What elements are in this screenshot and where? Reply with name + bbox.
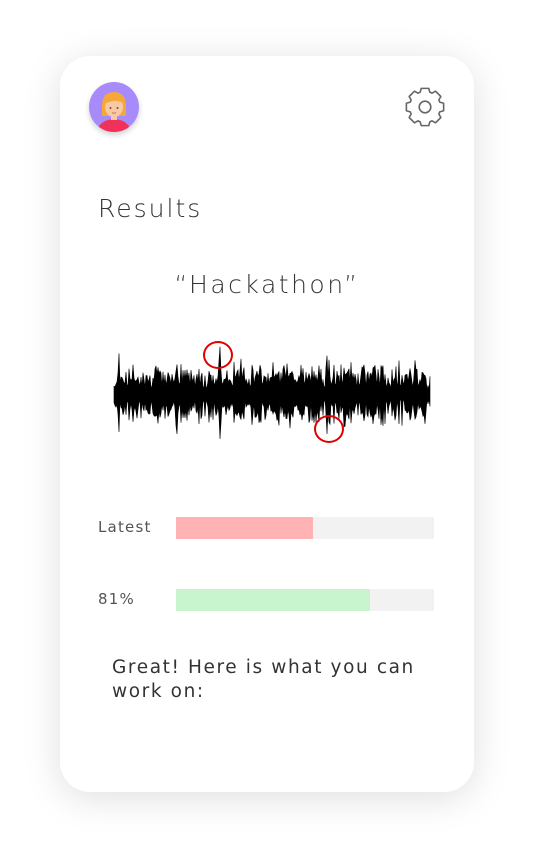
- settings-button[interactable]: [404, 86, 446, 128]
- score-label: 81%: [98, 590, 135, 608]
- page-title: Results: [98, 194, 203, 223]
- feedback-text: Great! Here is what you can work on:: [112, 657, 415, 702]
- results-card: Results “Hackathon” Latest 81% Great! He…: [60, 56, 474, 792]
- audio-waveform: [113, 346, 431, 440]
- waveform-area: [110, 341, 436, 446]
- avatar[interactable]: [89, 82, 139, 132]
- score-bar-fill: [176, 589, 370, 611]
- waveform-marker[interactable]: [203, 341, 233, 369]
- score-bar: [176, 589, 434, 611]
- latest-bar: [176, 517, 434, 539]
- target-word: “Hackathon”: [174, 270, 360, 299]
- waveform-marker[interactable]: [314, 415, 344, 443]
- latest-bar-fill: [176, 517, 313, 539]
- gear-icon: [405, 87, 445, 127]
- latest-label: Latest: [98, 518, 152, 536]
- user-avatar-icon: [89, 82, 139, 132]
